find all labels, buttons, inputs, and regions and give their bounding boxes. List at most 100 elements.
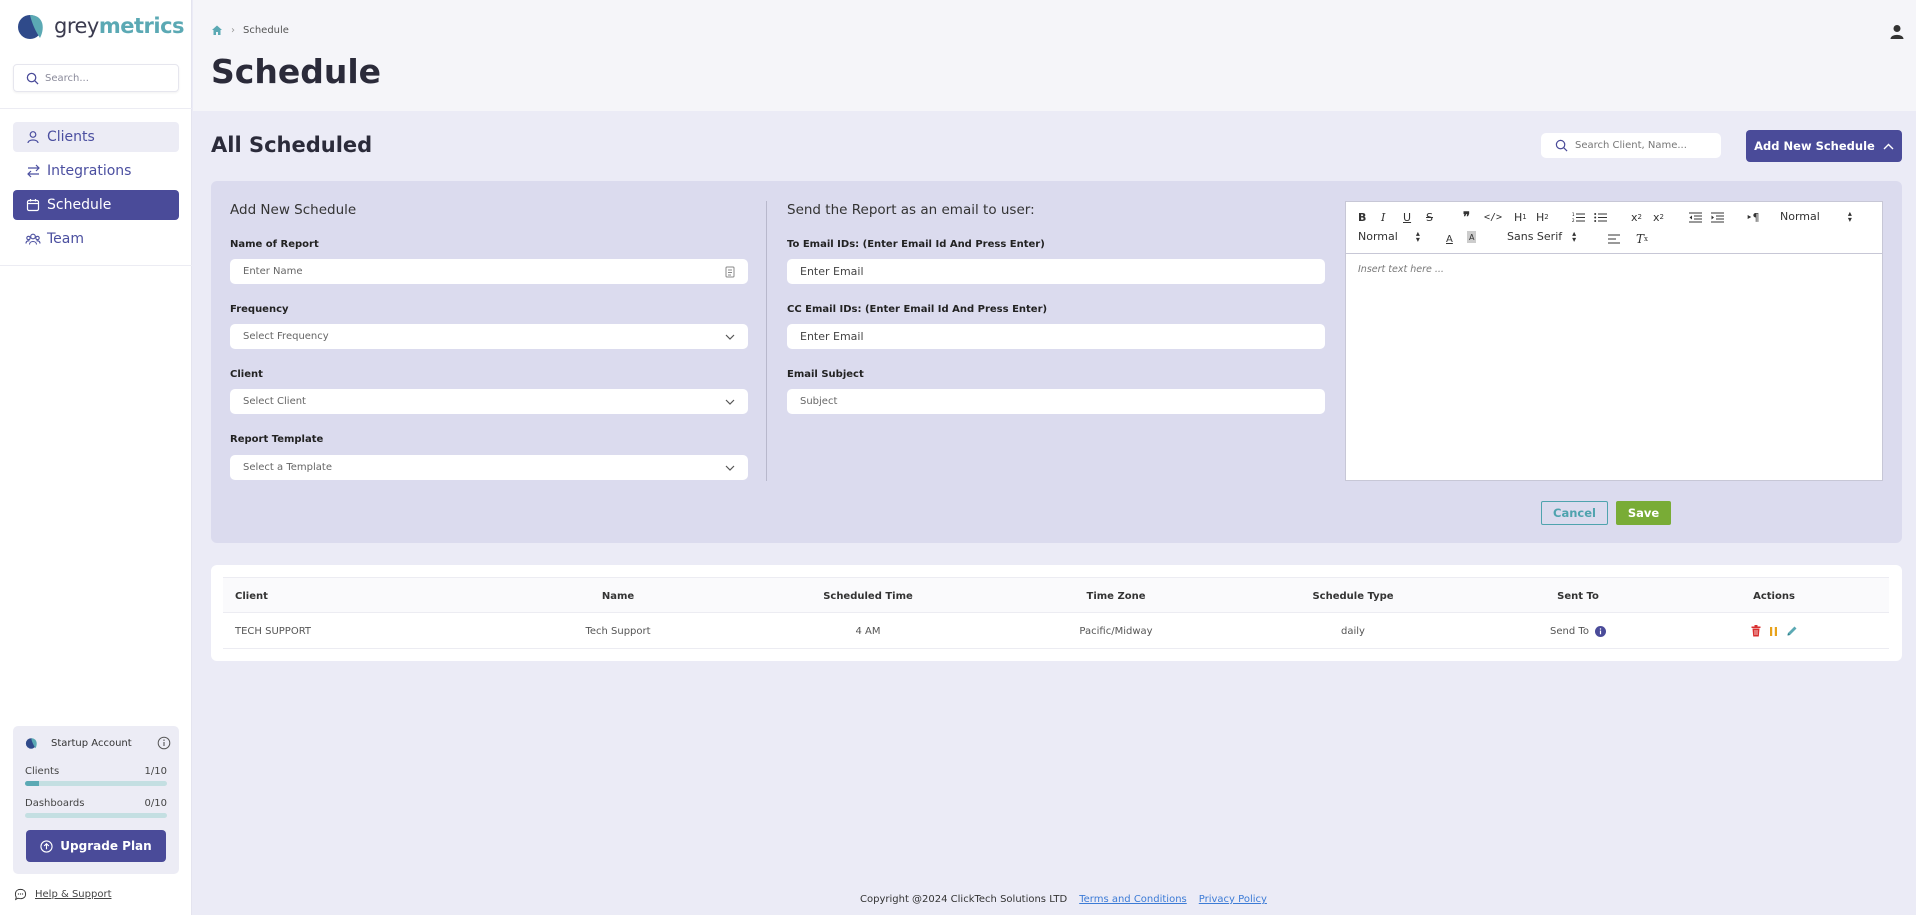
cell-scheduled-time: 4 AM — [855, 625, 881, 637]
privacy-link[interactable]: Privacy Policy — [1199, 894, 1267, 905]
to-email-input[interactable]: Enter Email — [787, 259, 1325, 284]
add-new-schedule-button[interactable]: Add New Schedule — [1746, 130, 1902, 162]
arrow-up-circle-icon — [40, 839, 53, 853]
clear-format-icon[interactable]: Tx — [1636, 230, 1648, 248]
edit-pencil-icon[interactable] — [1786, 625, 1798, 637]
heading-2-icon[interactable]: H2 — [1536, 208, 1549, 226]
text-direction-icon[interactable]: ‣¶ — [1746, 208, 1760, 226]
size-select[interactable]: Normal ▴ ▾ — [1358, 229, 1420, 243]
sidebar-item-clients[interactable]: Clients — [13, 122, 179, 152]
sidebar-item-team[interactable]: Team — [13, 224, 179, 254]
bullet-list-icon[interactable] — [1594, 208, 1607, 226]
align-icon[interactable] — [1608, 230, 1620, 248]
strikethrough-icon[interactable]: S — [1426, 208, 1433, 226]
column-header-client[interactable]: Client — [235, 578, 268, 614]
user-menu-icon[interactable] — [1890, 24, 1904, 43]
terms-link[interactable]: Terms and Conditions — [1079, 894, 1187, 905]
report-template-label: Report Template — [230, 434, 324, 445]
email-subject-input[interactable]: Subject — [787, 389, 1325, 414]
font-select-value: Sans Serif — [1507, 230, 1563, 243]
underline-icon[interactable]: U — [1403, 208, 1411, 226]
calendar-icon — [19, 198, 47, 212]
user-icon — [19, 130, 47, 144]
upgrade-plan-label: Upgrade Plan — [60, 839, 152, 853]
section-title: All Scheduled — [211, 133, 373, 157]
size-select-value: Normal — [1358, 230, 1398, 243]
divider — [0, 265, 192, 266]
sent-to-label: Send To — [1550, 625, 1589, 637]
cell-name: Tech Support — [585, 625, 651, 637]
delete-icon[interactable] — [1751, 625, 1761, 637]
schedule-table: Client Name Scheduled Time Time Zone Sch… — [211, 565, 1902, 661]
column-header-sent-to[interactable]: Sent To — [1518, 578, 1638, 614]
outdent-icon[interactable] — [1689, 208, 1702, 226]
column-header-schedule-type[interactable]: Schedule Type — [1293, 578, 1413, 614]
cell-sent-to: Send To — [1518, 613, 1638, 649]
info-icon[interactable] — [1594, 625, 1606, 637]
sidebar-item-label: Integrations — [47, 163, 132, 179]
svg-text:1: 1 — [1572, 212, 1575, 217]
sidebar-item-integrations[interactable]: Integrations — [13, 156, 179, 186]
sidebar-item-label: Team — [47, 231, 85, 247]
editor-placeholder: Insert text here ... — [1358, 264, 1444, 275]
code-block-icon[interactable]: </> — [1484, 208, 1502, 226]
column-header-time-zone[interactable]: Time Zone — [1056, 578, 1176, 614]
text-color-icon[interactable]: A — [1446, 230, 1453, 248]
sidebar: greymetrics Search... Clients Integratio… — [0, 0, 192, 915]
email-subject-placeholder: Subject — [800, 396, 838, 407]
sidebar-nav: Clients Integrations Schedule Team — [13, 122, 179, 258]
to-email-label: To Email IDs: (Enter Email Id And Press … — [787, 239, 1045, 250]
sidebar-item-schedule[interactable]: Schedule — [13, 190, 179, 220]
home-icon[interactable] — [211, 24, 223, 36]
chevron-down-icon — [725, 465, 735, 471]
subscript-icon[interactable]: x2 — [1631, 208, 1642, 226]
cc-email-input[interactable]: Enter Email — [787, 324, 1325, 349]
breadcrumb-current: Schedule — [243, 24, 289, 36]
copyright-text: Copyright @2024 ClickTech Solutions LTD — [860, 894, 1068, 905]
client-select[interactable]: Select Client — [230, 389, 748, 414]
pause-icon[interactable] — [1769, 626, 1778, 637]
chevron-down-icon — [725, 334, 735, 340]
cancel-button[interactable]: Cancel — [1541, 501, 1608, 525]
italic-icon[interactable]: I — [1381, 208, 1385, 226]
editor-content[interactable]: Insert text here ... — [1346, 254, 1882, 285]
help-support-link[interactable]: Help & Support — [14, 888, 111, 901]
schedule-search-input[interactable]: Search Client, Name... — [1541, 133, 1721, 158]
cell-actions — [1734, 613, 1814, 649]
cell-time-zone: Pacific/Midway — [1079, 625, 1153, 637]
save-button[interactable]: Save — [1616, 501, 1671, 525]
report-template-value: Select a Template — [243, 462, 332, 473]
font-select[interactable]: Sans Serif ▴ ▾ — [1507, 228, 1577, 244]
bold-icon[interactable]: B — [1358, 208, 1366, 226]
column-header-scheduled-time[interactable]: Scheduled Time — [808, 578, 928, 614]
page-footer: Copyright @2024 ClickTech Solutions LTD … — [860, 894, 1267, 905]
brand-logo[interactable]: greymetrics — [16, 10, 185, 42]
column-header-name[interactable]: Name — [568, 578, 668, 614]
frequency-select[interactable]: Select Frequency — [230, 324, 748, 349]
cell-schedule-type: daily — [1341, 625, 1365, 637]
blockquote-icon[interactable]: ❞ — [1463, 208, 1470, 226]
ordered-list-icon[interactable]: 12 — [1572, 208, 1585, 226]
superscript-icon[interactable]: x2 — [1653, 208, 1664, 226]
indent-icon[interactable] — [1711, 208, 1724, 226]
select-arrows-icon: ▴ ▾ — [1572, 228, 1577, 244]
meter-count: 0/10 — [144, 798, 167, 809]
frequency-label: Frequency — [230, 304, 289, 315]
svg-text:2: 2 — [1572, 218, 1575, 223]
background-color-icon[interactable]: A — [1467, 231, 1477, 243]
heading-1-icon[interactable]: H1 — [1514, 208, 1527, 226]
report-template-select[interactable]: Select a Template — [230, 455, 748, 480]
schedule-search-placeholder: Search Client, Name... — [1575, 140, 1687, 151]
info-icon[interactable] — [157, 736, 171, 750]
email-subject-label: Email Subject — [787, 369, 864, 380]
page-title: Schedule — [211, 52, 382, 91]
report-name-label: Name of Report — [230, 239, 319, 250]
header-select[interactable]: Normal ▴ ▾ — [1780, 209, 1852, 223]
account-logo-icon — [25, 738, 37, 749]
report-name-input[interactable]: Enter Name — [230, 259, 748, 284]
search-icon — [26, 72, 39, 85]
sidebar-search-input[interactable]: Search... — [13, 64, 179, 92]
upgrade-plan-button[interactable]: Upgrade Plan — [26, 830, 166, 862]
table-row: TECH SUPPORT Tech Support 4 AM Pacific/M… — [223, 613, 1889, 649]
meter-bar — [25, 781, 167, 786]
